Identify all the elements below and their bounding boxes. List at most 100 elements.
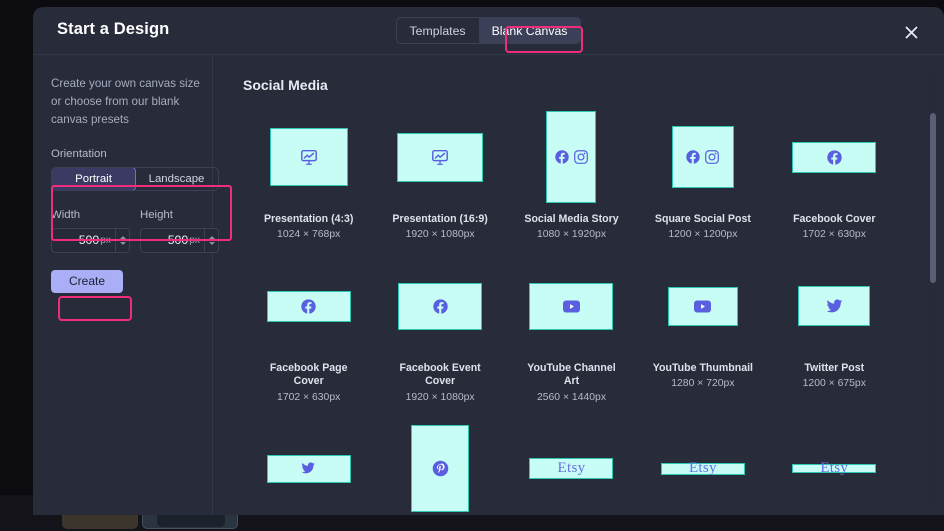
- preset-dimensions: 2560 × 1440px: [537, 392, 606, 403]
- tab-templates[interactable]: Templates: [397, 18, 479, 43]
- facebook-icon: [301, 299, 316, 314]
- preset-thumbnail-area: [637, 111, 768, 203]
- preset-card[interactable]: Square Social Post 1200 × 1200px: [637, 111, 768, 240]
- width-unit: px: [100, 235, 115, 246]
- width-input[interactable]: [52, 233, 100, 247]
- preset-label: Twitter Post: [804, 362, 864, 375]
- etsy-icon: Etsy: [689, 460, 717, 477]
- preset-thumbnail-area: [243, 423, 374, 515]
- etsy-icon: Etsy: [820, 460, 848, 477]
- preset-card[interactable]: Presentation (4:3) 1024 × 768px: [243, 111, 374, 240]
- preset-label: Square Social Post: [655, 213, 751, 226]
- width-stepper[interactable]: [115, 229, 129, 252]
- tab-blank-canvas[interactable]: Blank Canvas: [479, 18, 581, 43]
- preset-dimensions: 1702 × 630px: [277, 392, 340, 403]
- preset-thumbnail-area: [506, 260, 637, 352]
- presets-grid: Presentation (4:3) 1024 × 768px Presentat…: [213, 111, 930, 515]
- orientation-portrait-button[interactable]: Portrait: [51, 167, 136, 191]
- preset-thumbnail[interactable]: Etsy: [661, 463, 745, 475]
- preset-card[interactable]: Presentation (16:9)1920 × 1080px: [374, 111, 505, 240]
- preset-card[interactable]: Pinterest Pin1000 × 1500px: [374, 423, 505, 515]
- preset-thumbnail-area: Etsy: [506, 423, 637, 515]
- preset-dimensions: 1280 × 720px: [671, 378, 734, 389]
- preset-card[interactable]: EtsyEtsy Mini Banner3360 × 448px: [637, 423, 768, 515]
- preset-card[interactable]: Twitter Header1500 × 500px: [243, 423, 374, 515]
- height-input[interactable]: [141, 233, 189, 247]
- height-unit: px: [189, 235, 204, 246]
- page-title: Start a Design: [57, 20, 169, 39]
- preset-card[interactable]: Facebook Page Cover 1702 × 630px: [243, 260, 374, 402]
- preset-card[interactable]: Social Media Story1080 × 1920px: [506, 111, 637, 240]
- preset-thumbnail-area: Etsy: [637, 423, 768, 515]
- preset-card[interactable]: YouTube Thumbnail 1280 × 720px: [637, 260, 768, 402]
- width-label: Width: [51, 209, 130, 221]
- preset-dimensions: 1200 × 675px: [803, 378, 866, 389]
- preset-thumbnail-area: [374, 260, 505, 352]
- preset-thumbnail-area: Etsy: [769, 423, 900, 515]
- orientation-landscape-button[interactable]: Landscape: [135, 168, 218, 190]
- preset-thumbnail[interactable]: [546, 111, 596, 203]
- height-label: Height: [140, 209, 219, 221]
- preset-card[interactable]: Twitter Post 1200 × 675px: [769, 260, 900, 402]
- preset-thumbnail[interactable]: Etsy: [792, 464, 876, 473]
- preset-thumbnail[interactable]: [397, 133, 483, 182]
- canvas-size-fields: Width px Height: [51, 209, 219, 253]
- preset-label: Facebook Event Cover: [388, 362, 492, 388]
- preset-thumbnail-area: [637, 260, 768, 352]
- blank-canvas-panel: Create your own canvas size or choose fr…: [33, 55, 213, 515]
- preset-thumbnail-area: [506, 111, 637, 203]
- preset-thumbnail-area: [374, 423, 505, 515]
- preset-card[interactable]: Facebook Event Cover 1920 × 1080px: [374, 260, 505, 402]
- width-input-wrap[interactable]: px: [51, 228, 130, 253]
- presets-panel: Social Media Presentation (4:3) 1024 × 76…: [213, 55, 944, 515]
- preset-dimensions: 1920 × 1080px: [406, 392, 475, 403]
- preset-thumbnail-area: [374, 111, 505, 203]
- preset-thumbnail[interactable]: Etsy: [529, 458, 613, 479]
- preset-label: Presentation (4:3): [264, 213, 353, 226]
- preset-thumbnail[interactable]: [267, 455, 351, 483]
- create-button[interactable]: Create: [51, 270, 123, 293]
- preset-label: Facebook Page Cover: [257, 362, 361, 388]
- scrollbar-thumb[interactable]: [930, 113, 936, 283]
- preset-label: YouTube Thumbnail: [653, 362, 753, 375]
- facebook-instagram-icon: [555, 150, 588, 164]
- preset-dimensions: 1024 × 768px: [277, 229, 340, 240]
- preset-thumbnail[interactable]: [672, 126, 734, 188]
- preset-thumbnail-area: [769, 260, 900, 352]
- height-input-wrap[interactable]: px: [140, 228, 219, 253]
- preset-thumbnail[interactable]: [798, 286, 870, 326]
- chevron-up-icon[interactable]: [120, 236, 126, 239]
- preset-card[interactable]: EtsyEtsy Order Receipt Banner760 × 100px: [769, 423, 900, 515]
- preset-dimensions: 1200 × 1200px: [668, 229, 737, 240]
- orientation-toggle: PortraitLandscape: [51, 167, 219, 191]
- preset-label: YouTube Channel Art: [519, 362, 623, 388]
- chevron-down-icon[interactable]: [120, 242, 126, 245]
- preset-thumbnail-area: [769, 111, 900, 203]
- twitter-icon: [301, 462, 315, 475]
- modal-body: Create your own canvas size or choose fr…: [33, 55, 944, 515]
- preset-thumbnail-area: [243, 260, 374, 352]
- preset-dimensions: 1080 × 1920px: [537, 229, 606, 240]
- create-button-annotation: [58, 296, 132, 321]
- modal-header: Start a Design TemplatesBlank Canvas: [33, 7, 944, 55]
- preset-label: Presentation (16:9): [392, 213, 487, 226]
- preset-label: Facebook Cover: [793, 213, 875, 226]
- preset-card[interactable]: Facebook Cover1702 × 630px: [769, 111, 900, 240]
- intro-text: Create your own canvas size or choose fr…: [51, 75, 203, 129]
- preset-card[interactable]: EtsyEtsy Big Banner3360 × 840px: [506, 423, 637, 515]
- width-field: Width px: [51, 209, 130, 253]
- preset-thumbnail[interactable]: [267, 291, 351, 322]
- preset-thumbnail[interactable]: [529, 283, 613, 330]
- youtube-icon: [563, 300, 580, 313]
- section-title: Social Media: [243, 77, 944, 93]
- preset-thumbnail[interactable]: [792, 142, 876, 173]
- preset-thumbnail[interactable]: [398, 283, 482, 330]
- close-icon[interactable]: [900, 21, 922, 43]
- preset-card[interactable]: YouTube Channel Art 2560 × 1440px: [506, 260, 637, 402]
- app-root: Start a Design TemplatesBlank Canvas Cre…: [0, 0, 944, 531]
- start-a-design-modal: Start a Design TemplatesBlank Canvas Cre…: [33, 7, 944, 515]
- preset-thumbnail[interactable]: [668, 287, 738, 326]
- preset-thumbnail-area: [243, 111, 374, 203]
- preset-thumbnail[interactable]: [411, 425, 469, 512]
- preset-thumbnail[interactable]: [270, 128, 348, 186]
